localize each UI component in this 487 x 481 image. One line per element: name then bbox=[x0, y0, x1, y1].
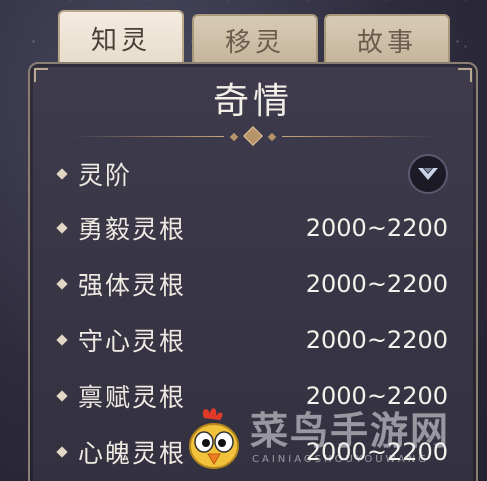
tab-label: 故事 bbox=[356, 27, 417, 58]
stat-label: 强体灵根 bbox=[78, 271, 187, 300]
tab-zhiling[interactable]: 知灵 bbox=[58, 10, 184, 66]
stat-value: 2000~2200 bbox=[305, 438, 448, 466]
stat-value: 2000~2200 bbox=[305, 382, 448, 410]
stat-label: 心魄灵根 bbox=[78, 439, 187, 468]
chevron-down-icon bbox=[418, 168, 438, 180]
stat-value: 2000~2200 bbox=[305, 270, 448, 298]
diamond-bullet-icon bbox=[56, 390, 68, 402]
stat-row-yongyi: 勇毅灵根 2000~2200 bbox=[56, 208, 448, 248]
diamond-bullet-icon bbox=[56, 278, 68, 290]
stat-label: 守心灵根 bbox=[78, 327, 187, 356]
stat-label: 禀赋灵根 bbox=[78, 383, 187, 412]
diamond-bullet-icon bbox=[56, 168, 68, 180]
tab-label: 知灵 bbox=[90, 25, 151, 56]
tab-label: 移灵 bbox=[224, 27, 285, 58]
stat-row-shouxin: 守心灵根 2000~2200 bbox=[56, 320, 448, 360]
tab-gushi[interactable]: 故事 bbox=[324, 14, 450, 66]
title-divider bbox=[70, 126, 436, 146]
stat-row-lingjie: 灵阶 bbox=[56, 154, 448, 194]
diamond-bullet-icon bbox=[56, 334, 68, 346]
stat-row-xinpo: 心魄灵根 2000~2200 bbox=[56, 432, 448, 472]
panel-title: 奇情 bbox=[212, 81, 293, 122]
stat-row-qiangti: 强体灵根 2000~2200 bbox=[56, 264, 448, 304]
tab-yiling[interactable]: 移灵 bbox=[192, 14, 318, 66]
game-screen: 知灵 移灵 故事 奇情 灵阶 勇毅灵根 2000~2200 强体灵根 2000~… bbox=[0, 0, 487, 481]
stat-label: 灵阶 bbox=[78, 161, 133, 190]
expand-button[interactable] bbox=[408, 154, 448, 194]
diamond-bullet-icon bbox=[56, 222, 68, 234]
divider-gem-icon bbox=[243, 126, 263, 146]
stat-row-bingfu: 禀赋灵根 2000~2200 bbox=[56, 376, 448, 416]
stat-value: 2000~2200 bbox=[305, 326, 448, 354]
tab-bar: 知灵 移灵 故事 bbox=[58, 10, 458, 70]
diamond-bullet-icon bbox=[56, 446, 68, 458]
stat-label: 勇毅灵根 bbox=[78, 215, 187, 244]
info-panel: 奇情 灵阶 勇毅灵根 2000~2200 强体灵根 2000~2200 守心灵根… bbox=[28, 62, 478, 481]
stat-value: 2000~2200 bbox=[305, 214, 448, 242]
